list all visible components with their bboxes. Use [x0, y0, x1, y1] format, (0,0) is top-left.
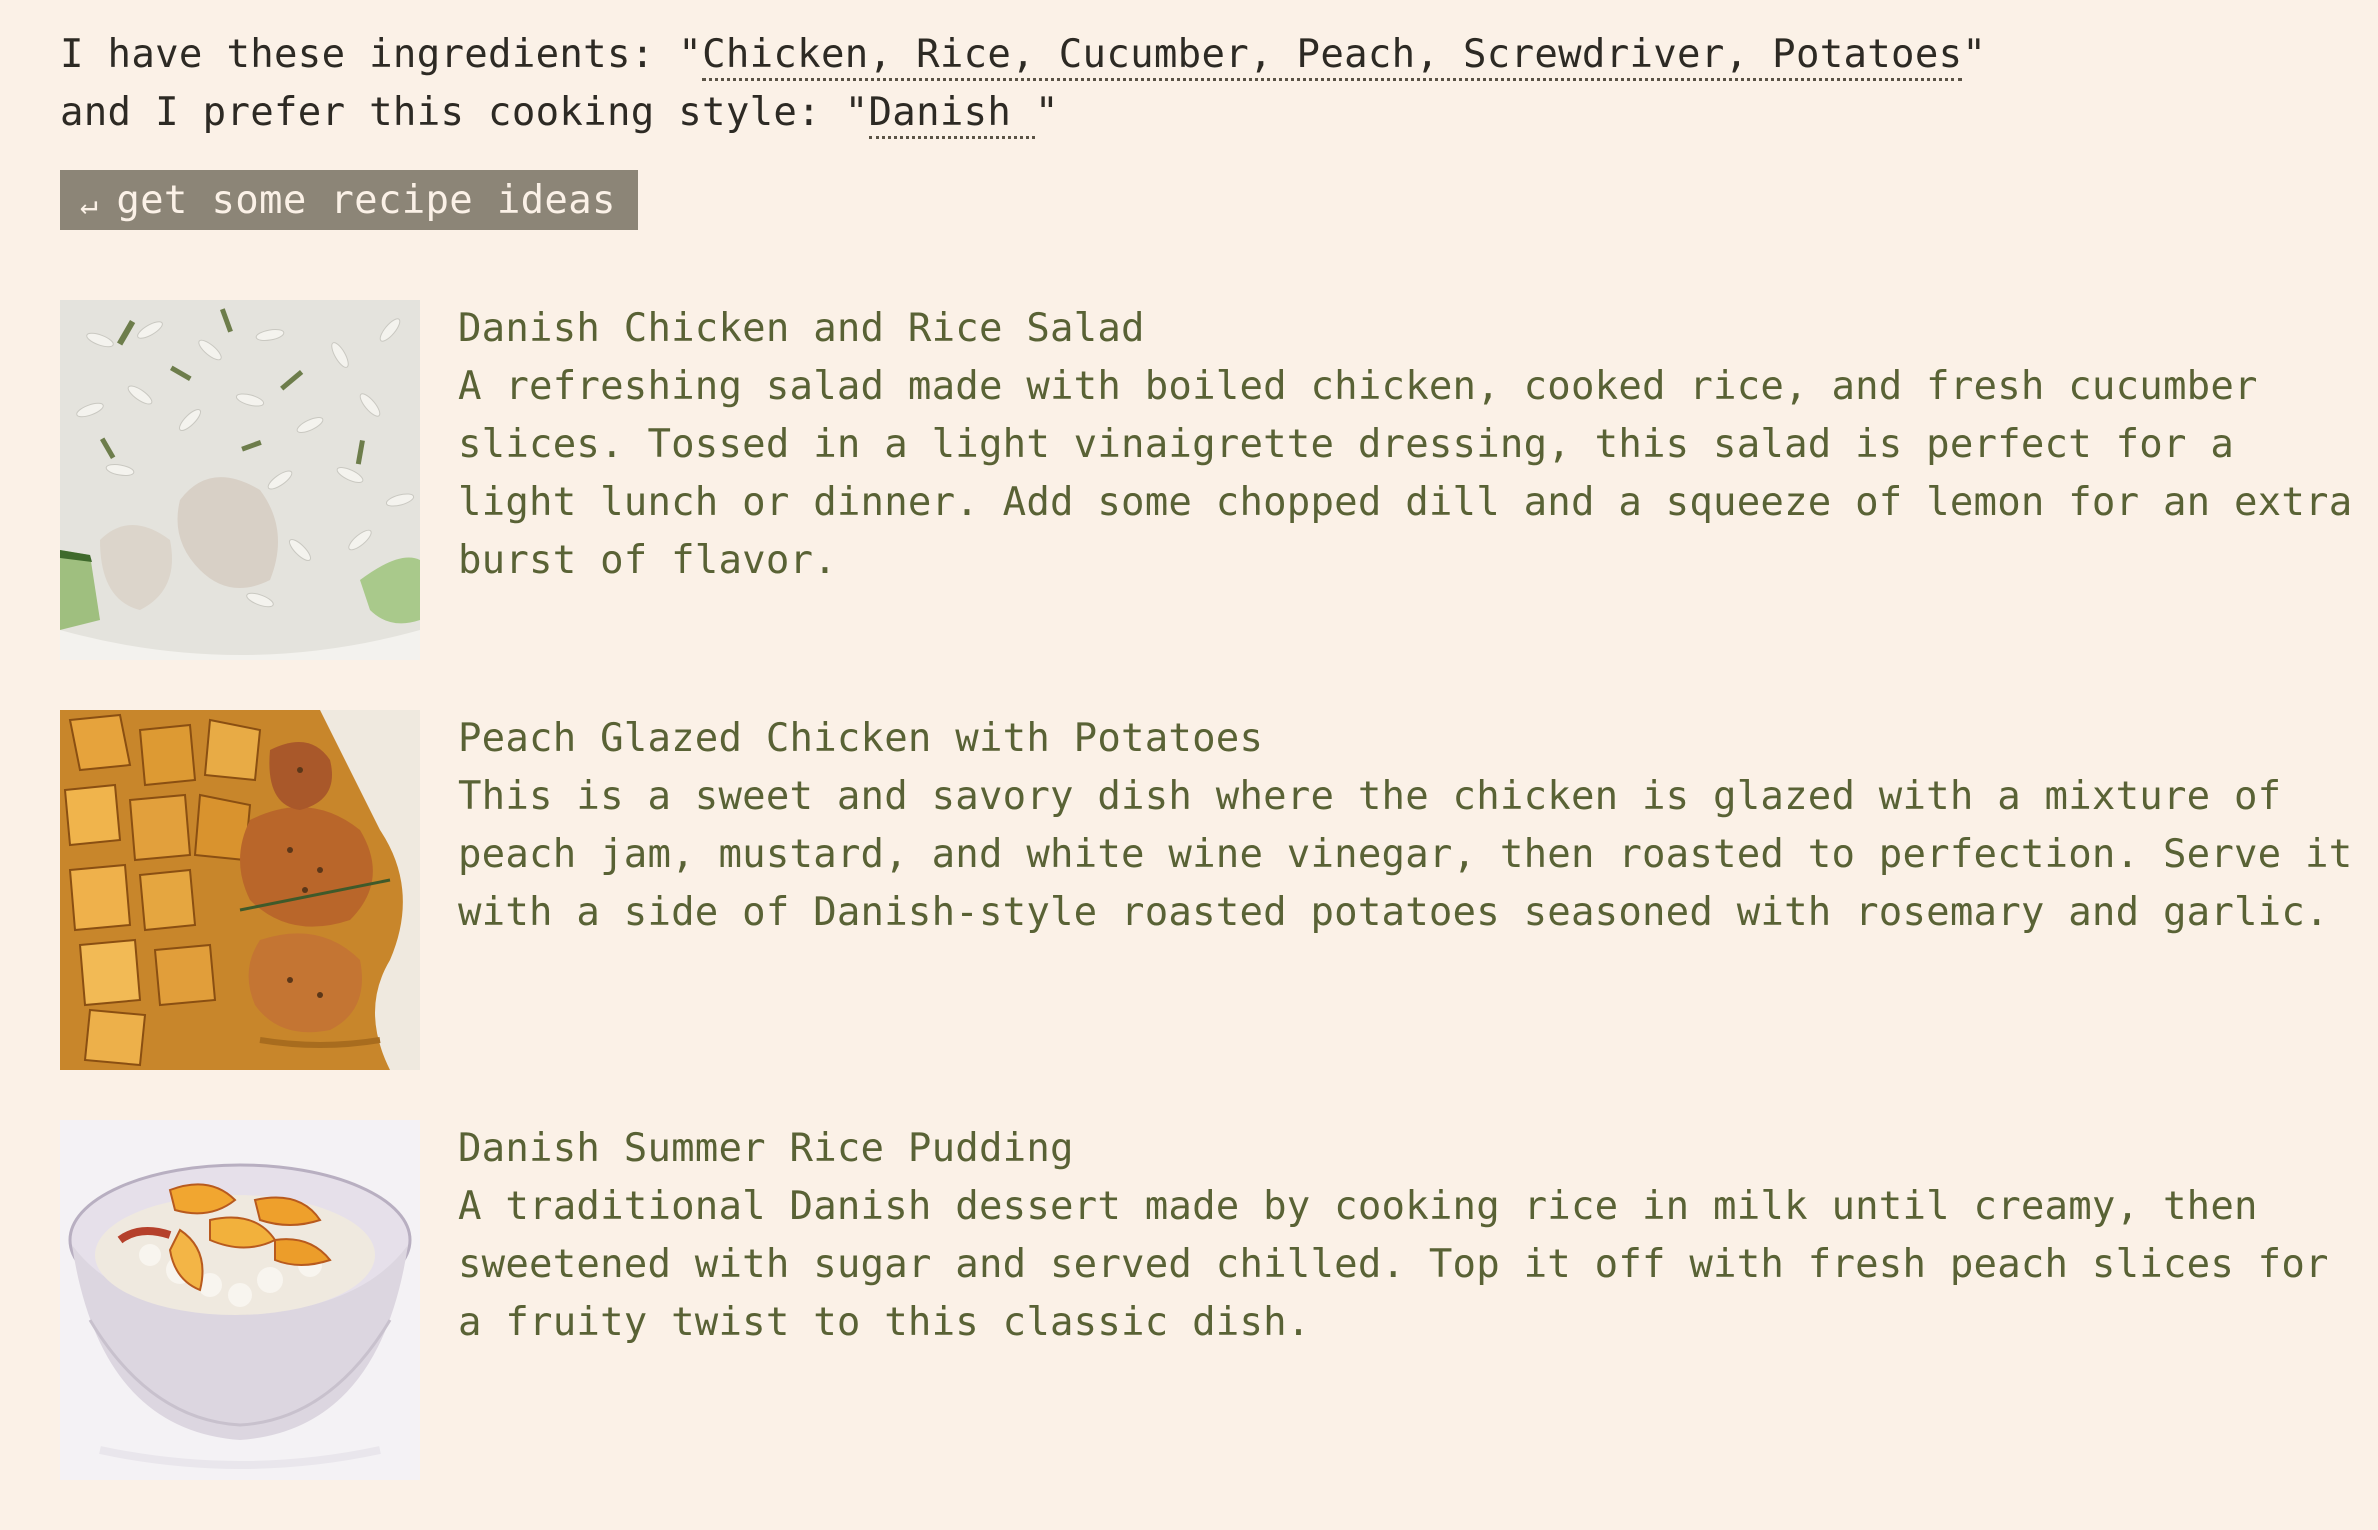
recipe-title: Peach Glazed Chicken with Potatoes: [458, 716, 1264, 761]
recipe-app: I have these ingredients: "Chicken, Rice…: [60, 26, 2360, 1530]
return-arrow-icon: ↵: [80, 186, 99, 222]
recipe-card: Danish Summer Rice Pudding A traditional…: [60, 1120, 2360, 1480]
recipe-list: Danish Chicken and Rice Salad A refreshi…: [60, 300, 2360, 1480]
recipe-title: Danish Summer Rice Pudding: [458, 1126, 1074, 1171]
style-suffix: ": [1035, 90, 1059, 135]
style-prefix: and I prefer this cooking style: ": [60, 90, 869, 135]
get-recipe-ideas-button[interactable]: ↵ get some recipe ideas: [60, 170, 638, 230]
recipe-card: Danish Chicken and Rice Salad A refreshi…: [60, 300, 2360, 660]
get-recipe-ideas-label: get some recipe ideas: [116, 177, 616, 223]
cooking-style-input[interactable]: Danish: [868, 90, 1035, 139]
recipe-image-peach-chicken: [60, 710, 420, 1070]
recipe-image-rice-salad: [60, 300, 420, 660]
recipe-description: A refreshing salad made with boiled chic…: [458, 364, 2353, 583]
recipe-title: Danish Chicken and Rice Salad: [458, 306, 1145, 351]
recipe-description: A traditional Danish dessert made by coo…: [458, 1184, 2329, 1345]
ingredients-input[interactable]: Chicken, Rice, Cucumber, Peach, Screwdri…: [702, 32, 1963, 81]
recipe-image-rice-pudding: [60, 1120, 420, 1480]
style-line: and I prefer this cooking style: "Danish…: [60, 84, 2360, 142]
recipe-text: Peach Glazed Chicken with Potatoes This …: [458, 710, 2360, 942]
recipe-description: This is a sweet and savory dish where th…: [458, 774, 2353, 935]
recipe-text: Danish Chicken and Rice Salad A refreshi…: [458, 300, 2360, 590]
ingredients-line: I have these ingredients: "Chicken, Rice…: [60, 26, 2360, 84]
ingredients-prefix: I have these ingredients: ": [60, 32, 703, 77]
recipe-card: Peach Glazed Chicken with Potatoes This …: [60, 710, 2360, 1070]
recipe-text: Danish Summer Rice Pudding A traditional…: [458, 1120, 2360, 1352]
ingredients-suffix: ": [1962, 32, 1987, 77]
